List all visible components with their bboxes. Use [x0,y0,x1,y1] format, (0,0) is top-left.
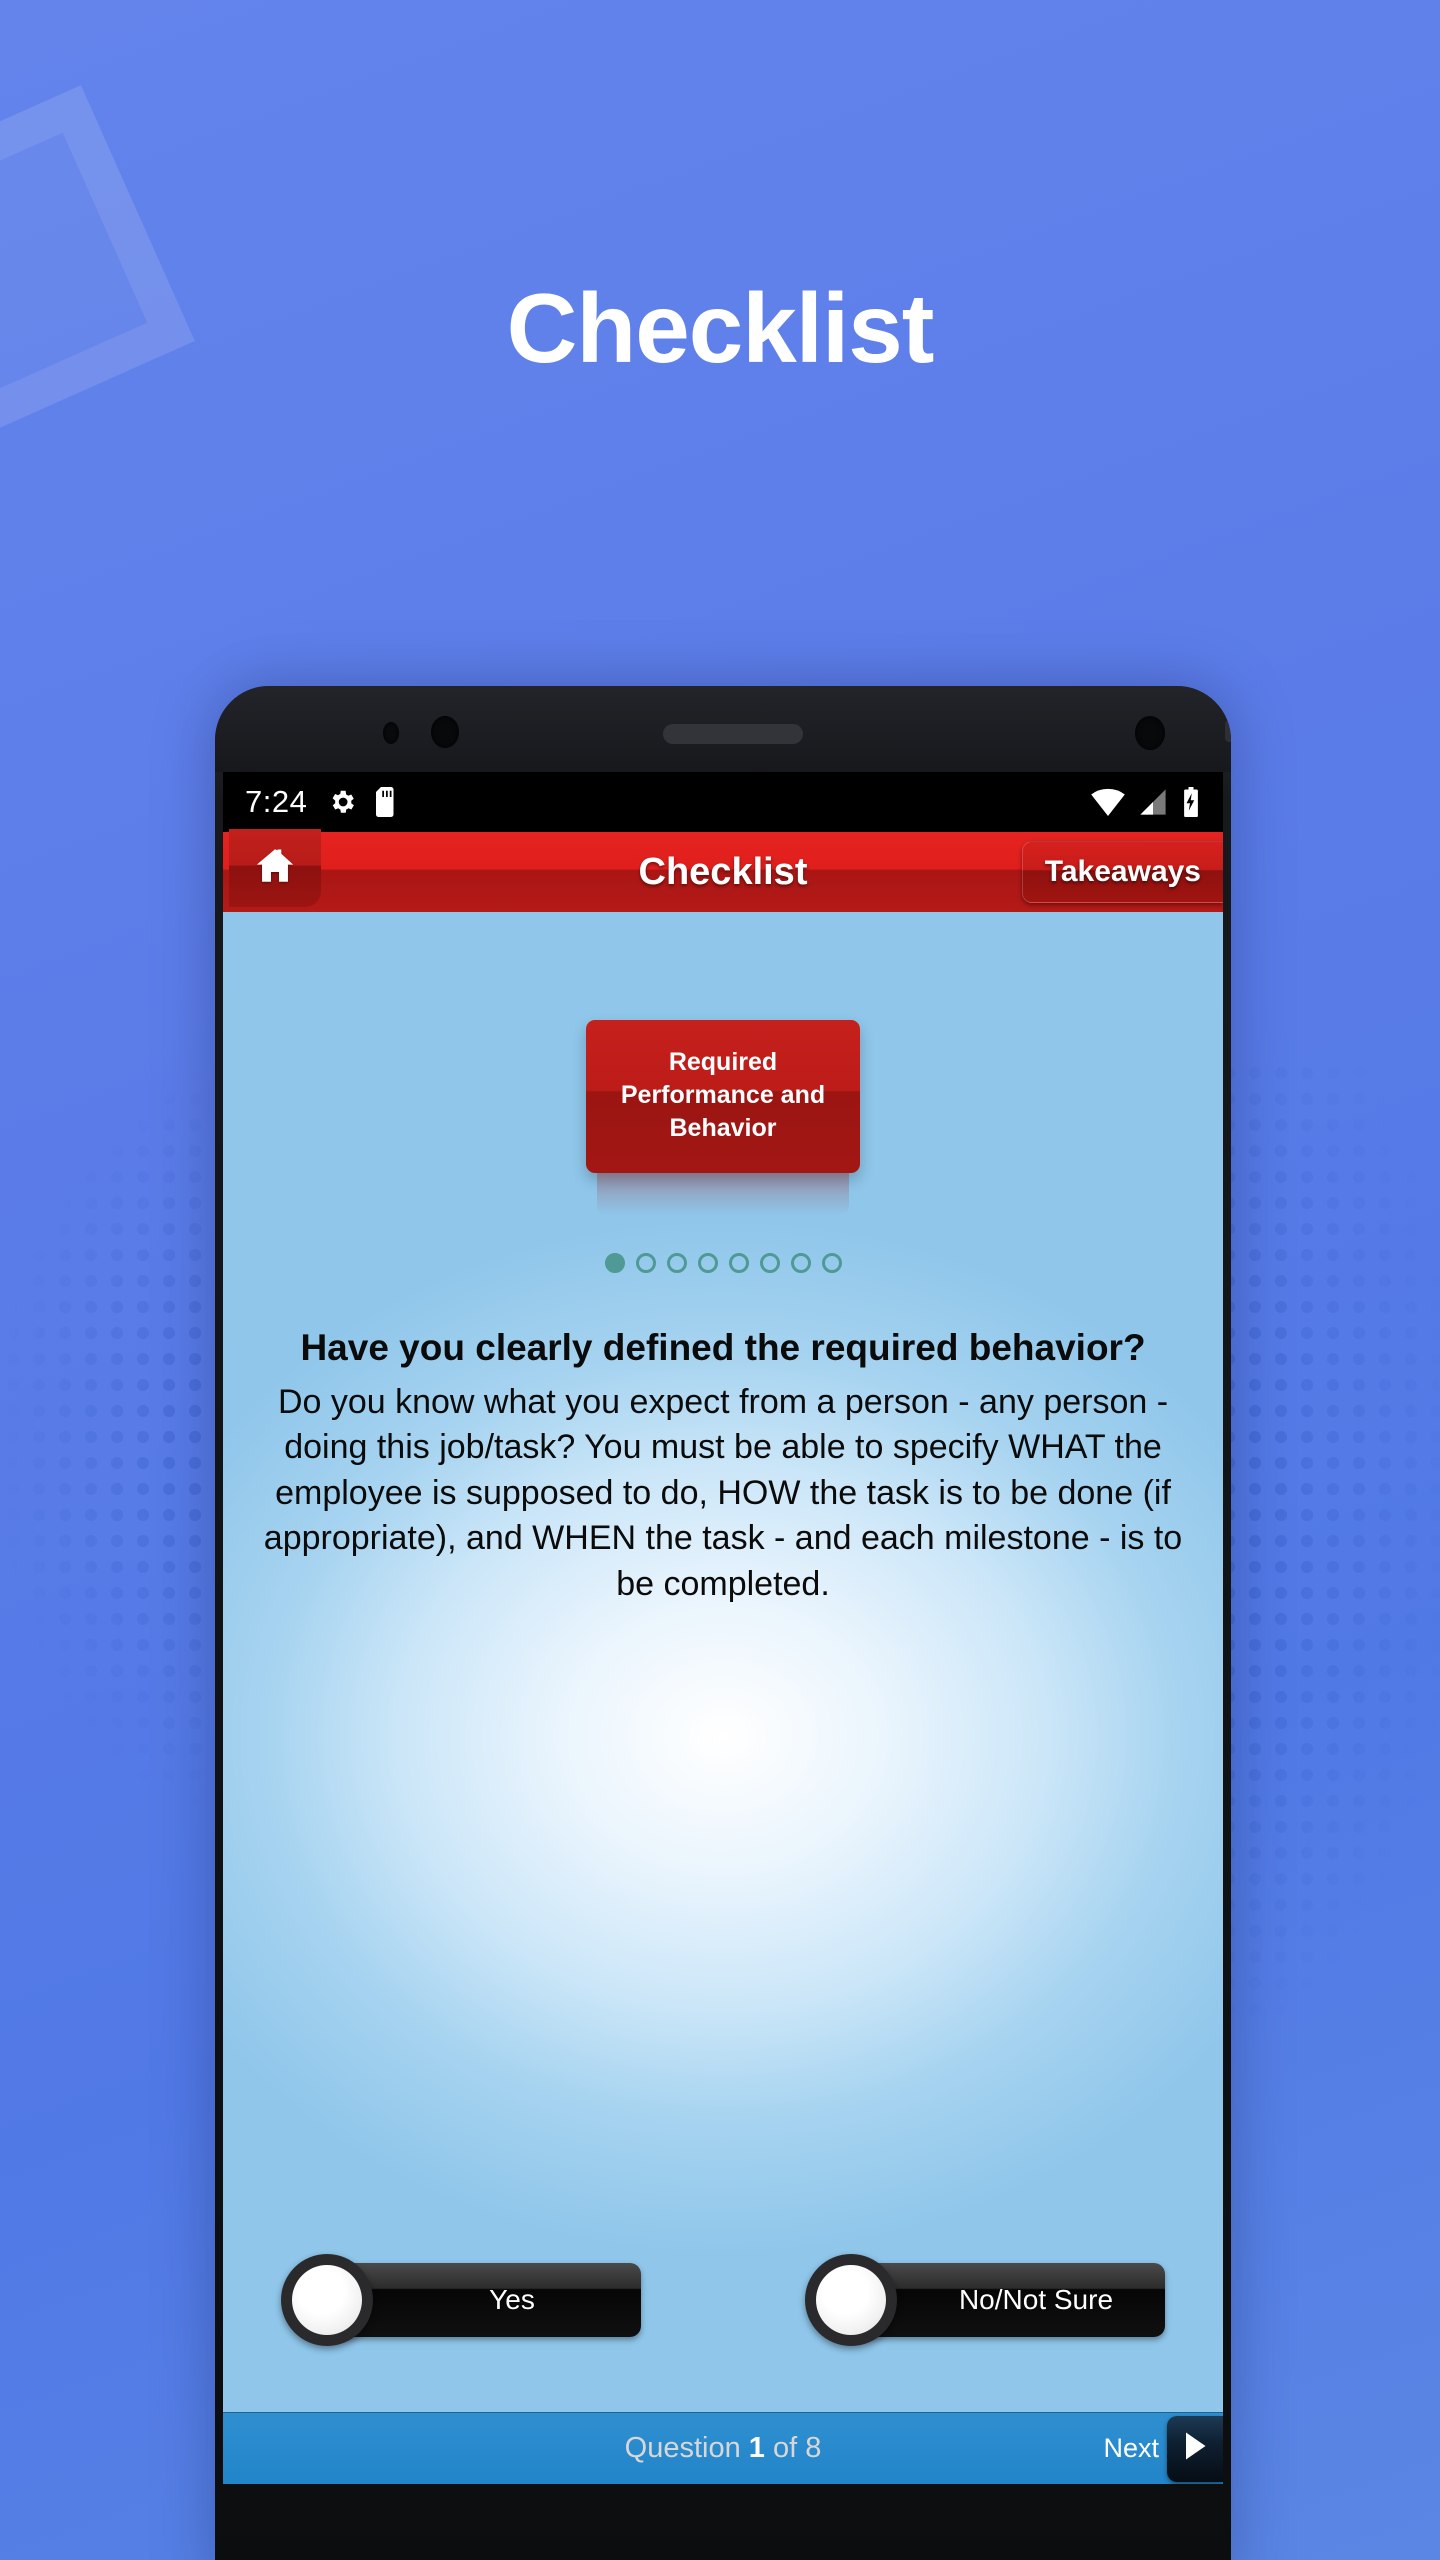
decorative-dot-pattern-left [0,1060,210,1820]
counter-current: 1 [748,2432,765,2464]
counter-suffix: of 8 [764,2432,822,2464]
progress-dot[interactable] [604,1253,625,1273]
progress-dots [604,1253,842,1273]
question-counter: Question 1 of 8 [223,2432,1223,2465]
home-button[interactable] [229,829,321,907]
question-title: Have you clearly defined the required be… [300,1327,1146,1368]
next-group[interactable]: Next [1103,2415,1223,2482]
phone-screen: 7:24 Checklist Takeaways Required Perfor… [223,772,1223,2484]
notification-led [1225,720,1231,742]
play-arrow-icon [1182,2431,1208,2466]
home-icon [254,845,296,892]
progress-dot[interactable] [635,1253,656,1273]
decorative-rotated-square [0,85,195,455]
status-time: 7:24 [245,784,308,819]
bottom-bar: Question 1 of 8 Next [223,2412,1223,2484]
front-camera-icon [1135,716,1165,750]
proximity-sensor-icon [383,722,399,744]
toggle-knob-no-not-sure[interactable] [805,2254,897,2346]
sd-card-icon [375,787,397,817]
question-body: Do you know what you expect from a perso… [263,1382,1183,1603]
toggle-label-no-not-sure: No/Not Sure [851,2263,1165,2337]
battery-charging-icon [1181,787,1201,817]
gear-icon [327,787,357,817]
cellular-signal-icon [1139,788,1167,816]
progress-dot[interactable] [666,1253,687,1273]
light-sensor-icon [431,716,459,748]
wifi-icon [1091,788,1125,816]
toggle-knob-yes[interactable] [281,2254,373,2346]
progress-dot[interactable] [697,1253,718,1273]
question-content: Required Performance and Behavior Have y… [223,912,1223,2412]
answer-toggle-yes[interactable]: Yes [281,2254,641,2346]
earpiece-speaker [663,724,803,744]
answer-toggle-no-not-sure[interactable]: No/Not Sure [805,2254,1165,2346]
phone-top-bezel [215,686,1231,772]
app-bar: Checklist Takeaways [223,829,1223,912]
topic-card[interactable]: Required Performance and Behavior [586,1020,860,1215]
answer-toggles: Yes No/Not Sure [223,2254,1223,2346]
progress-dot[interactable] [790,1253,811,1273]
progress-dot[interactable] [759,1253,780,1273]
next-label: Next [1103,2433,1159,2463]
progress-dot[interactable] [728,1253,749,1273]
takeaways-button[interactable]: Takeaways [1021,841,1223,903]
status-bar: 7:24 [223,772,1223,832]
next-button[interactable] [1167,2415,1223,2482]
progress-dot[interactable] [821,1253,842,1273]
promo-title: Checklist [506,273,935,383]
phone-mockup: 7:24 Checklist Takeaways Required Perfor… [215,686,1231,2560]
counter-prefix: Question [624,2432,749,2464]
toggle-label-yes: Yes [327,2263,641,2337]
